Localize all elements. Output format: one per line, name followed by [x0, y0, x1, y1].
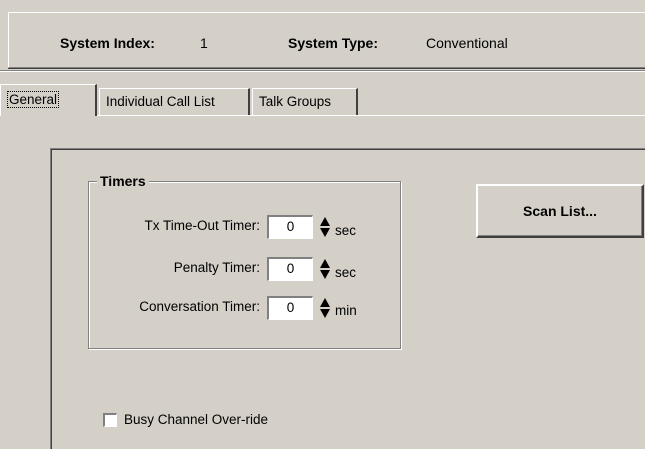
system-type-value: Conventional	[426, 35, 508, 51]
header-divider	[0, 70, 645, 72]
system-type-label: System Type:	[288, 35, 378, 51]
tab-general[interactable]: General	[0, 84, 97, 116]
busy-channel-label[interactable]: Busy Channel Over-ride	[124, 412, 268, 427]
penalty-timer-input[interactable]: 0	[267, 257, 313, 281]
conversation-timer-spinner[interactable]	[318, 296, 332, 320]
scan-list-button[interactable]: Scan List...	[476, 184, 644, 238]
conversation-timer-input[interactable]: 0	[267, 296, 313, 320]
conversation-timer-unit: min	[335, 303, 357, 318]
tx-timeout-spinner[interactable]	[318, 215, 332, 239]
tab-individual-call-list[interactable]: Individual Call List	[99, 88, 250, 115]
tx-timeout-label: Tx Time-Out Timer:	[144, 218, 260, 233]
tx-timeout-input[interactable]: 0	[267, 215, 313, 239]
spin-up-icon[interactable]	[320, 298, 330, 307]
system-index-value: 1	[200, 35, 208, 51]
tab-talk-groups-label: Talk Groups	[259, 94, 332, 109]
tab-general-label: General	[7, 91, 60, 108]
spin-down-icon[interactable]	[320, 309, 330, 318]
spin-down-icon[interactable]	[320, 270, 330, 279]
tab-talk-groups[interactable]: Talk Groups	[252, 88, 358, 115]
spin-up-icon[interactable]	[320, 259, 330, 268]
penalty-timer-unit: sec	[335, 265, 357, 280]
spin-up-icon[interactable]	[320, 217, 330, 226]
penalty-timer-spinner[interactable]	[318, 257, 332, 281]
system-index-label: System Index:	[60, 35, 155, 51]
spin-down-icon[interactable]	[320, 228, 330, 237]
tx-timeout-unit: sec	[335, 223, 357, 238]
timers-title: Timers	[97, 173, 149, 189]
tab-individual-call-list-label: Individual Call List	[106, 94, 215, 109]
busy-channel-checkbox[interactable]	[103, 413, 117, 427]
penalty-timer-label: Penalty Timer:	[173, 260, 260, 275]
conversation-timer-label: Conversation Timer:	[139, 299, 260, 314]
